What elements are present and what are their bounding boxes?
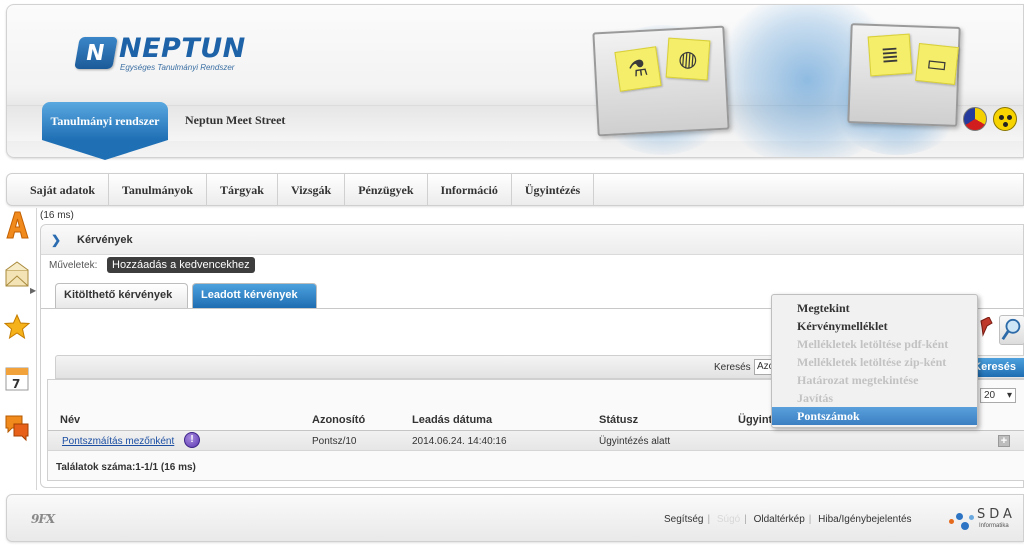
neptun-logo-mark-icon: N bbox=[74, 37, 118, 69]
tab-neptun-meet-street[interactable]: Neptun Meet Street bbox=[185, 113, 285, 128]
menu-item-megtekint[interactable]: Megtekint bbox=[772, 299, 977, 317]
menu-item-ugyintezes[interactable]: Ügyintézés bbox=[512, 174, 595, 205]
footer-link-segitseg[interactable]: Segítség bbox=[664, 514, 703, 525]
grid-tools bbox=[979, 313, 1024, 347]
menu-item-javitas: Javítás bbox=[797, 391, 833, 405]
sda-logo-subtext: Informatika bbox=[979, 523, 1009, 529]
svg-text:7: 7 bbox=[12, 377, 20, 391]
column-header-ugyintezo[interactable]: Ügyint bbox=[738, 414, 772, 426]
brand-tagline: Egységes Tanulmányi Rendszer bbox=[120, 63, 235, 72]
chemistry-note-icon: ⚗ bbox=[614, 46, 662, 92]
menu-item-penzugyek[interactable]: Pénzügyek bbox=[345, 174, 428, 205]
request-status: Ügyintézés alatt bbox=[599, 436, 671, 447]
footer: 9FX Segítség | Súgó | Oldaltérkép | Hiba/Ig… bbox=[6, 494, 1024, 542]
sidebar-divider bbox=[36, 208, 37, 490]
star-icon[interactable] bbox=[4, 312, 30, 342]
column-header-leadas-datuma[interactable]: Leadás dátuma bbox=[412, 414, 492, 426]
footer-links: Segítség | Súgó | Oldaltérkép | Hiba/Igényb… bbox=[664, 514, 912, 525]
magnifier-icon[interactable] bbox=[999, 315, 1024, 345]
panel-title: Kérvények bbox=[77, 234, 133, 246]
panel-chevron-icon[interactable]: ❯ bbox=[51, 233, 61, 247]
request-id: Pontsz/10 bbox=[312, 436, 357, 447]
info-icon[interactable]: ! bbox=[184, 432, 200, 448]
tab-tanulmanyi-rendszer[interactable]: Tanulmányi rendszer bbox=[42, 102, 168, 160]
language-flag-icon[interactable] bbox=[963, 107, 987, 131]
menu-item-sajat-adatok[interactable]: Saját adatok bbox=[17, 174, 110, 205]
menu-item-hatarozat: Határozat megtekintése bbox=[797, 373, 919, 387]
sda-logo-text: SDA bbox=[977, 507, 1016, 522]
menu-item-informacio[interactable]: Információ bbox=[428, 174, 512, 205]
tab-kitoltheto-kervenyek[interactable]: Kitölthető kérvények bbox=[55, 283, 188, 308]
calendar-icon[interactable]: 7 bbox=[4, 362, 30, 392]
column-header-statusz[interactable]: Státusz bbox=[599, 414, 638, 426]
menu-item-mellekletek-zip: Mellékletek letöltése zip-ként bbox=[797, 355, 947, 369]
tab-leadott-kervenyek[interactable]: Leadott kérvények bbox=[192, 283, 317, 308]
menu-item-vizsgak[interactable]: Vizsgák bbox=[278, 174, 346, 205]
menu-item-mellekletek-pdf: Mellékletek letöltése pdf-ként bbox=[797, 337, 949, 351]
menu-item-tanulmanyok[interactable]: Tanulmányok bbox=[109, 174, 207, 205]
load-time: (16 ms) bbox=[40, 210, 74, 221]
letter-a-icon[interactable] bbox=[4, 210, 30, 240]
panel-header: ❯ Kérvények bbox=[41, 225, 1023, 255]
neptun-logo[interactable]: N NEPTUN Egységes Tanulmányi Rendszer bbox=[74, 33, 257, 75]
menu-item-kervenymelleklet[interactable]: Kérvénymelléklet bbox=[772, 317, 977, 335]
request-date: 2014.06.24. 14:40:16 bbox=[412, 436, 507, 447]
footer-logo: 9FX bbox=[31, 512, 55, 526]
globe-note-icon: ◍ bbox=[665, 37, 711, 81]
chat-icon[interactable] bbox=[4, 412, 30, 442]
footer-link-sugo[interactable]: Súgó bbox=[717, 514, 740, 525]
page-size-select[interactable]: 20 bbox=[980, 388, 1016, 403]
left-sidebar: 7 bbox=[0, 208, 36, 458]
operations-label: Műveletek: bbox=[49, 260, 98, 271]
footer-link-hiba-igenybejelentes[interactable]: Hiba/Igénybejelentés bbox=[818, 514, 911, 525]
tab-tanulmanyi-label: Tanulmányi rendszer bbox=[42, 102, 168, 140]
main-menu: Saját adatok Tanulmányok Tárgyak Vizsgák… bbox=[6, 173, 1024, 206]
request-name-link[interactable]: Pontszmáítás mezőnként bbox=[62, 436, 174, 447]
tab-pointer bbox=[42, 140, 168, 160]
sda-logo: SDA Informatika bbox=[947, 507, 1023, 533]
laptop-note-icon: ▭ bbox=[915, 43, 959, 85]
column-header-azonosito[interactable]: Azonosító bbox=[312, 414, 365, 426]
column-header-nev[interactable]: Név bbox=[60, 414, 80, 426]
results-count: Találatok száma:1-1/1 (16 ms) bbox=[56, 462, 196, 473]
header-decoration: ⚗ ◍ ≣ ▭ bbox=[567, 5, 967, 157]
expand-row-icon[interactable]: + bbox=[998, 435, 1010, 447]
menu-item-pontszamok[interactable]: Pontszámok bbox=[772, 407, 977, 425]
search-label: Keresés bbox=[714, 362, 751, 373]
page-size: 20 bbox=[978, 388, 1016, 403]
books-note-icon: ≣ bbox=[867, 33, 913, 77]
envelope-icon[interactable] bbox=[4, 260, 30, 290]
accessibility-icon[interactable] bbox=[993, 107, 1017, 131]
menu-item-targyak[interactable]: Tárgyak bbox=[207, 174, 278, 205]
pin-icon[interactable] bbox=[979, 317, 993, 337]
footer-link-oldalterkep[interactable]: Oldaltérkép bbox=[754, 514, 805, 525]
row-context-menu: Megtekint Kérvénymelléklet Mellékletek l… bbox=[771, 294, 978, 428]
brand-name: NEPTUN bbox=[119, 33, 246, 64]
table-row[interactable]: Pontszmáítás mezőnként ! Pontsz/10 2014.… bbox=[48, 431, 1024, 451]
add-to-favorites-button[interactable]: Hozzáadás a kedvencekhez bbox=[107, 257, 255, 273]
